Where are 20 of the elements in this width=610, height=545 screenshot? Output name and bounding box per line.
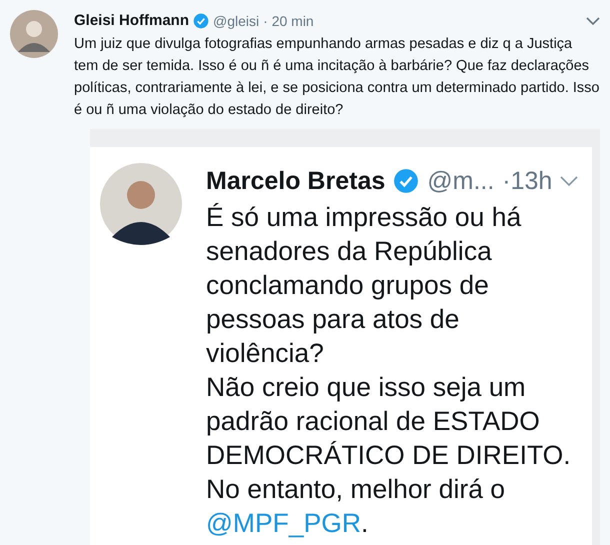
tweet-text-line: pessoas para atos de — [206, 303, 460, 336]
tweet-text-line: Não creio que isso seja um — [206, 371, 527, 404]
tweet-text-line: É só uma impressão ou há — [206, 201, 522, 234]
user-handle: @m... — [427, 166, 494, 196]
user-handle[interactable]: @gleisi — [213, 10, 260, 32]
tweet-text-line: padrão racional de ESTADO — [206, 405, 541, 438]
timestamp[interactable]: · 20 min — [263, 10, 314, 32]
tweet-text-line: conclamando grupos de — [206, 269, 490, 302]
user-name: Marcelo Bretas — [206, 166, 386, 196]
avatar[interactable] — [10, 10, 58, 58]
tweet-text-line: DEMOCRÁTICO DE DIREITO. — [206, 439, 572, 472]
chevron-down-icon[interactable] — [586, 16, 600, 26]
user-name[interactable]: Gleisi Hoffmann — [74, 10, 190, 32]
tweet-text-line: violência? — [206, 337, 325, 370]
punctuation: . — [361, 508, 368, 538]
chevron-down-icon — [560, 176, 578, 187]
tweet-text-line: senadores da República — [206, 235, 493, 268]
tweet-text-line: No entanto, melhor dirá o — [206, 473, 506, 506]
tweet-text: Um juiz que divulga fotografias empunhando armas pesadas e diz q a Justiça tem de ser temida. Isso é ou ñ é uma incitação à barbárie? Que faz declarações políticas, contrariamente à lei, e se posiciona contra um determinado partido. Isso é ou ñ uma violação do estado de direito? — [74, 34, 600, 120]
timestamp: ·13h — [502, 166, 552, 196]
